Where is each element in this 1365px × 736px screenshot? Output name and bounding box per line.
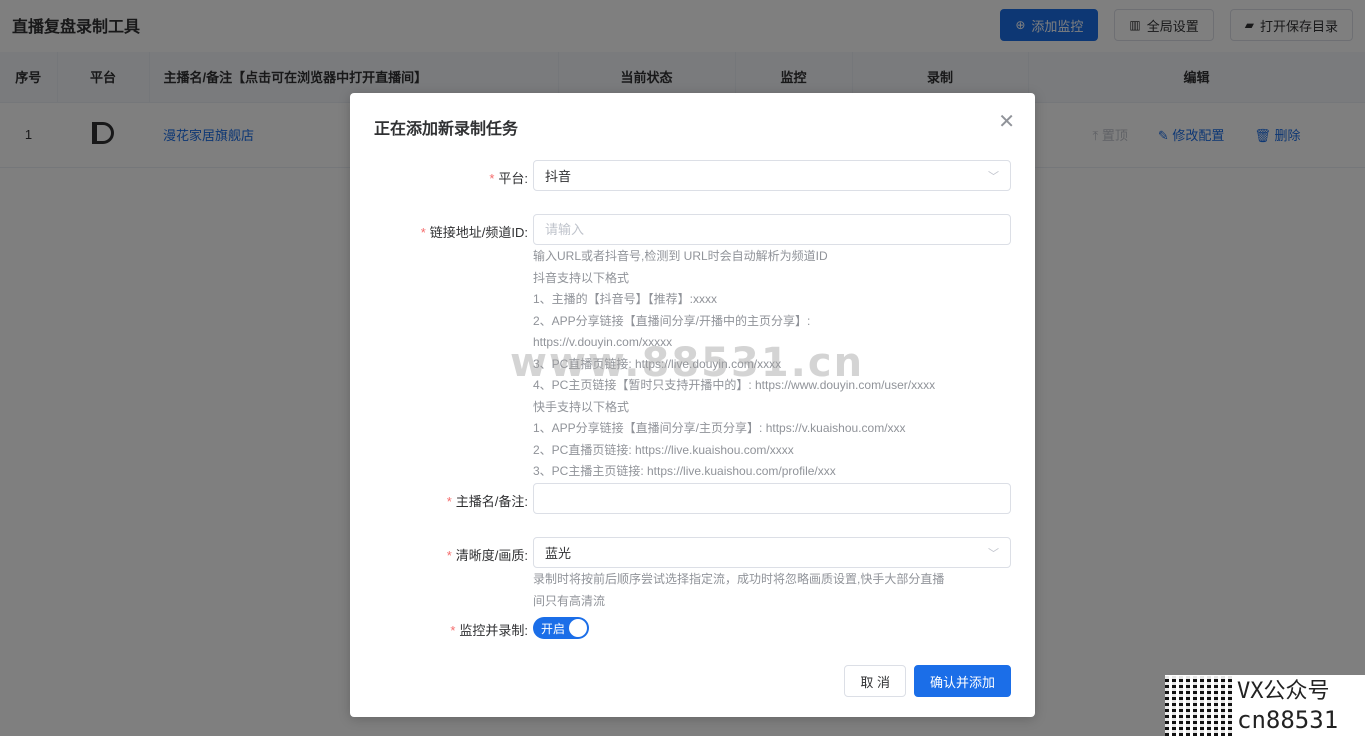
platform-select[interactable]: 抖音 ﹀	[533, 160, 1011, 191]
streamer-label: 主播名/备注:	[455, 494, 528, 509]
monitor-switch[interactable]: 开启	[533, 617, 589, 639]
cancel-button[interactable]: 取 消	[844, 665, 906, 697]
watermark: www.88531.cn	[510, 340, 865, 386]
close-icon[interactable]: ✕	[998, 109, 1015, 134]
chevron-down-icon: ﹀	[988, 170, 999, 183]
quality-help: 录制时将按前后顺序尝试选择指定流，成功时将忽略画质设置,快手大部分直播 间只有高…	[533, 572, 945, 608]
qr-code-icon	[1165, 675, 1233, 736]
corner-line-1: VX公众号	[1237, 678, 1330, 704]
quality-select[interactable]: 蓝光 ﹀	[533, 537, 1011, 568]
add-task-dialog: 正在添加新录制任务 ✕ *平台: 抖音 ﹀ *链接地址/频道ID: 输入URL或…	[350, 93, 1035, 717]
corner-line-2: cn88531	[1237, 705, 1339, 734]
corner-badge: VX公众号 cn88531	[1165, 675, 1365, 736]
chevron-down-icon: ﹀	[988, 547, 999, 560]
switch-knob	[569, 619, 587, 637]
dialog-footer: 取 消 确认并添加	[844, 665, 1011, 697]
quality-label: 清晰度/画质:	[455, 548, 528, 563]
platform-label: 平台:	[498, 171, 528, 186]
url-label: 链接地址/频道ID:	[429, 225, 528, 240]
monitor-label: 监控并录制:	[459, 623, 528, 638]
dialog-title: 正在添加新录制任务	[374, 121, 519, 138]
confirm-add-button[interactable]: 确认并添加	[913, 665, 1011, 697]
streamer-input[interactable]	[533, 483, 1011, 514]
url-input[interactable]	[533, 214, 1011, 245]
